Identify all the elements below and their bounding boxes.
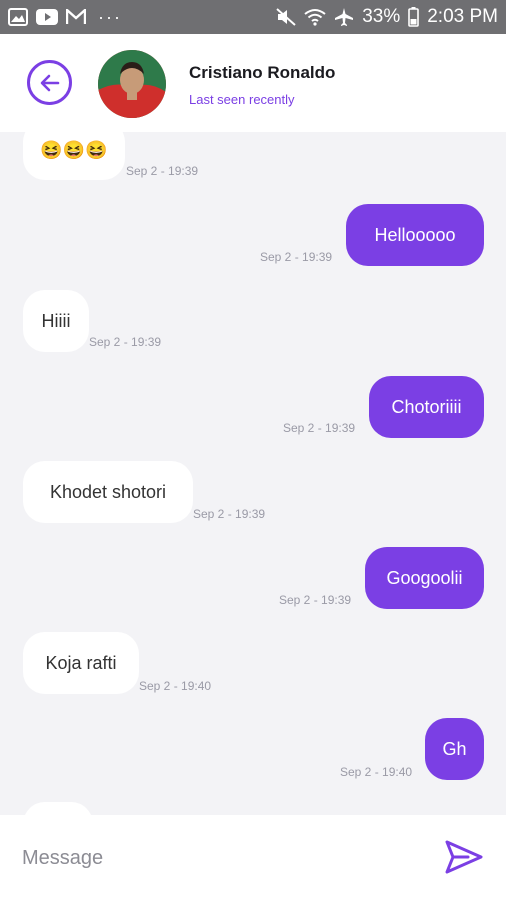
message-bubble-outgoing[interactable]: Hellooooo <box>346 204 484 266</box>
message-text: Hiiii <box>41 310 71 331</box>
message-bubble-incoming[interactable]: 😆😆😆 <box>23 132 125 180</box>
arrow-left-icon <box>40 74 59 91</box>
message-bubble-incoming[interactable] <box>23 802 93 815</box>
message-bubble-incoming[interactable]: Hiiii <box>23 290 89 352</box>
message-composer <box>0 815 506 900</box>
status-bar: ··· 33% 2:03 PM <box>0 0 506 34</box>
wifi-icon <box>304 8 326 26</box>
message-bubble-outgoing[interactable]: Googoolii <box>365 547 484 609</box>
message-timestamp: Sep 2 - 19:39 <box>126 164 199 178</box>
message-timestamp: Sep 2 - 19:39 <box>260 250 333 264</box>
message-text: Hellooooo <box>374 224 456 245</box>
message-bubble-incoming[interactable]: Khodet shotori <box>23 461 193 523</box>
contact-status: Last seen recently <box>189 92 295 107</box>
contact-avatar[interactable] <box>98 50 166 118</box>
message-bubble-outgoing[interactable]: Gh <box>425 718 484 780</box>
youtube-icon <box>36 9 58 25</box>
battery-percentage: 33% <box>362 6 401 27</box>
status-bar-left: ··· <box>8 7 122 28</box>
message-text: Googoolii <box>386 567 463 588</box>
battery-icon <box>408 7 420 27</box>
contact-name[interactable]: Cristiano Ronaldo <box>189 63 335 83</box>
send-icon <box>445 840 483 874</box>
message-input[interactable] <box>22 841 402 875</box>
message-timestamp: Sep 2 - 19:40 <box>139 679 212 693</box>
message-text: Koja rafti <box>45 652 117 673</box>
gallery-icon <box>8 8 28 26</box>
message-timestamp: Sep 2 - 19:39 <box>283 421 356 435</box>
message-list[interactable]: 😆😆😆 Sep 2 - 19:39 Hellooooo Sep 2 - 19:3… <box>0 132 506 815</box>
message-timestamp: Sep 2 - 19:39 <box>193 507 266 521</box>
message-bubble-incoming[interactable]: Koja rafti <box>23 632 139 694</box>
send-button[interactable] <box>441 837 487 877</box>
back-button[interactable] <box>27 60 72 105</box>
message-bubble-outgoing[interactable]: Chotoriiii <box>369 376 484 438</box>
chat-header: Cristiano Ronaldo Last seen recently <box>0 34 506 132</box>
message-text: Gh <box>442 738 467 759</box>
message-text: Khodet shotori <box>49 481 167 502</box>
airplane-icon <box>334 7 354 27</box>
message-text: 😆😆😆 <box>40 139 108 160</box>
status-bar-right: 33% 2:03 PM <box>276 6 498 28</box>
message-text: Chotoriiii <box>391 396 462 417</box>
message-timestamp: Sep 2 - 19:40 <box>340 765 413 779</box>
mute-icon <box>276 8 296 26</box>
message-timestamp: Sep 2 - 19:39 <box>279 593 352 607</box>
more-notifications-icon: ··· <box>98 6 122 27</box>
gmail-icon <box>66 9 86 25</box>
message-timestamp: Sep 2 - 19:39 <box>89 335 162 349</box>
clock: 2:03 PM <box>427 6 498 27</box>
